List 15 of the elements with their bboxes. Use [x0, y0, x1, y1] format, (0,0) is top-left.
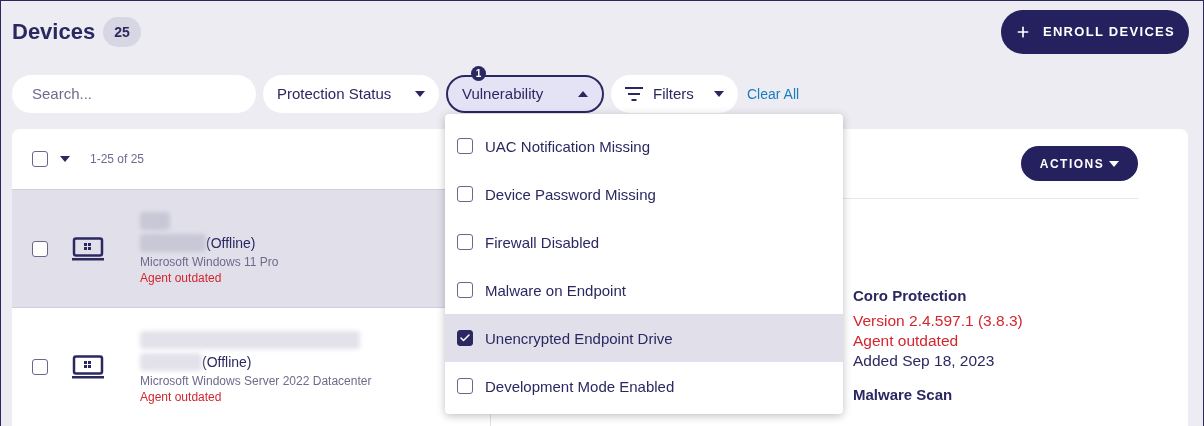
detail-line: Added Sep 18, 2023	[853, 352, 996, 370]
device-status: (Offline)	[202, 353, 252, 370]
range-label: 1-25 of 25	[90, 151, 145, 166]
page-title: Devices	[12, 18, 96, 45]
section-title: Malware Scan	[853, 386, 954, 403]
count-badge: 1	[471, 65, 486, 81]
device-status: (Offline)	[206, 235, 256, 252]
agent-status: Agent outdated	[140, 389, 223, 404]
section-title: Coro Protection	[853, 287, 968, 304]
os-name: Microsoft Windows 11 Pro	[140, 255, 279, 270]
detail-line: Version 2.4.597.1 (3.8.3)	[853, 312, 1024, 330]
count-badge: 25	[103, 16, 141, 47]
agent-status: Agent outdated	[140, 271, 223, 286]
detail-line: Agent outdated	[853, 332, 960, 350]
os-name: Microsoft Windows Server 2022 Datacenter	[140, 373, 372, 388]
